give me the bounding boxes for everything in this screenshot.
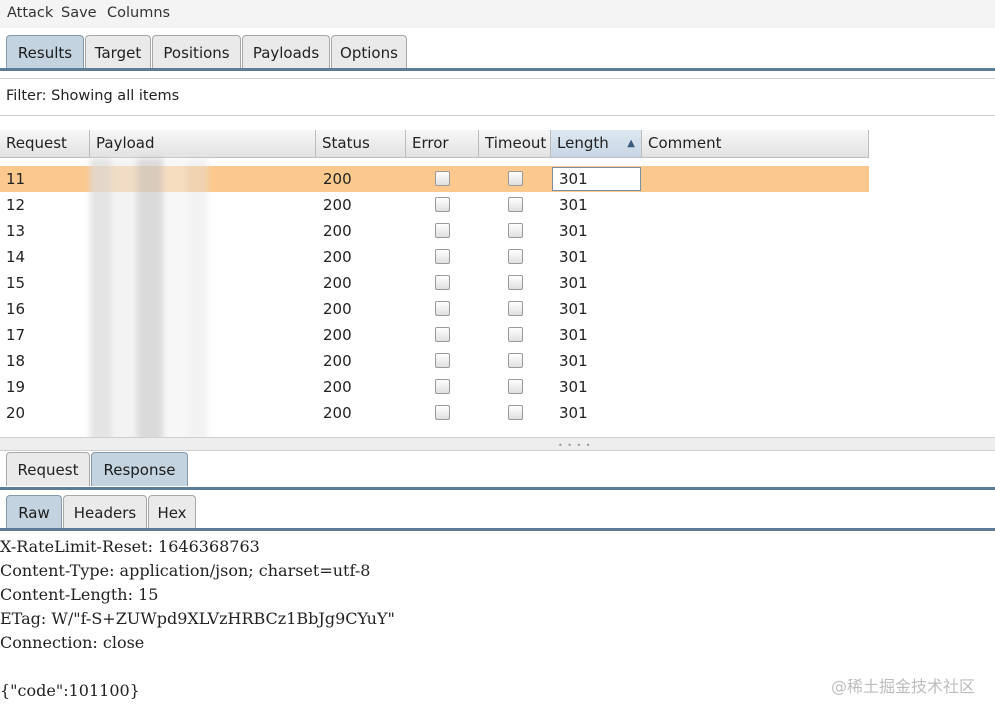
- filter-bar[interactable]: Filter: Showing all items: [0, 78, 995, 116]
- cell-status: 200: [323, 248, 352, 266]
- cell-request: 17: [6, 326, 26, 344]
- tab-payloads[interactable]: Payloads: [242, 35, 330, 69]
- cell-request: 12: [6, 196, 26, 214]
- cell-status: 200: [323, 170, 352, 188]
- response-line: Content-Type: application/json; charset=…: [0, 561, 371, 580]
- tab-headers[interactable]: Headers: [63, 495, 147, 529]
- cell-request: 16: [6, 300, 26, 318]
- menu-attack[interactable]: Attack: [7, 5, 53, 21]
- cell-status: 200: [323, 352, 352, 370]
- cell-length: 301: [559, 274, 588, 292]
- col-timeout[interactable]: Timeout: [479, 130, 551, 158]
- error-checkbox[interactable]: [435, 301, 450, 316]
- tab-results[interactable]: Results: [6, 35, 84, 69]
- timeout-checkbox[interactable]: [508, 301, 523, 316]
- cell-status: 200: [323, 378, 352, 396]
- timeout-checkbox[interactable]: [508, 327, 523, 342]
- tab-request[interactable]: Request: [6, 452, 90, 486]
- cell-status: 200: [323, 326, 352, 344]
- cell-length: 301: [559, 326, 588, 344]
- error-checkbox[interactable]: [435, 171, 450, 186]
- col-request[interactable]: Request: [0, 130, 90, 158]
- col-error[interactable]: Error: [406, 130, 479, 158]
- cell-request: 18: [6, 352, 26, 370]
- cell-length: 301: [559, 404, 588, 422]
- tab-options[interactable]: Options: [331, 35, 407, 69]
- cell-request: 19: [6, 378, 26, 396]
- col-comment[interactable]: Comment: [642, 130, 869, 158]
- response-line: X-RateLimit-Reset: 1646368763: [0, 537, 260, 556]
- tab-positions[interactable]: Positions: [152, 35, 241, 69]
- cell-length: 301: [559, 248, 588, 266]
- cell-length: 301: [559, 300, 588, 318]
- col-length[interactable]: Length ▲: [551, 130, 642, 158]
- col-status[interactable]: Status: [316, 130, 406, 158]
- cell-length: 301: [559, 378, 588, 396]
- timeout-checkbox[interactable]: [508, 223, 523, 238]
- redacted-payload-column: [90, 158, 208, 446]
- error-checkbox[interactable]: [435, 379, 450, 394]
- cell-length: 301: [559, 222, 588, 240]
- error-checkbox[interactable]: [435, 353, 450, 368]
- col-length-label: Length: [557, 134, 609, 152]
- response-line: ETag: W/"f-S+ZUWpd9XLVzHRBCz1BbJg9CYuY": [0, 609, 395, 628]
- cell-request: 11: [6, 170, 26, 188]
- menu-columns[interactable]: Columns: [107, 5, 170, 21]
- timeout-checkbox[interactable]: [508, 275, 523, 290]
- cell-status: 200: [323, 196, 352, 214]
- timeout-checkbox[interactable]: [508, 405, 523, 420]
- cell-request: 13: [6, 222, 26, 240]
- timeout-checkbox[interactable]: [508, 171, 523, 186]
- error-checkbox[interactable]: [435, 275, 450, 290]
- cell-status: 200: [323, 222, 352, 240]
- tab-hex[interactable]: Hex: [148, 495, 196, 529]
- response-line: Connection: close: [0, 633, 145, 652]
- view-tab-rule: [0, 528, 995, 531]
- col-payload[interactable]: Payload: [90, 130, 316, 158]
- timeout-checkbox[interactable]: [508, 353, 523, 368]
- cell-status: 200: [323, 274, 352, 292]
- timeout-checkbox[interactable]: [508, 197, 523, 212]
- watermark: @稀土掘金技术社区: [830, 677, 975, 696]
- timeout-checkbox[interactable]: [508, 379, 523, 394]
- error-checkbox[interactable]: [435, 249, 450, 264]
- detail-tab-rule: [0, 487, 995, 490]
- tab-response[interactable]: Response: [91, 452, 188, 486]
- cell-length: 301: [559, 196, 588, 214]
- cell-request: 20: [6, 404, 26, 422]
- timeout-checkbox[interactable]: [508, 249, 523, 264]
- cell-length: 301: [559, 352, 588, 370]
- pane-splitter[interactable]: • • • •: [0, 437, 995, 451]
- tab-raw[interactable]: Raw: [6, 495, 62, 529]
- main-tab-rule: [0, 68, 995, 71]
- response-line: Content-Length: 15: [0, 585, 159, 604]
- menu-bar: Attack Save Columns: [0, 0, 995, 28]
- response-line: {"code":101100}: [0, 681, 140, 700]
- cell-status: 200: [323, 404, 352, 422]
- sort-ascending-icon: ▲: [627, 138, 635, 149]
- cell-request: 14: [6, 248, 26, 266]
- menu-save[interactable]: Save: [61, 5, 97, 21]
- error-checkbox[interactable]: [435, 405, 450, 420]
- table-header: Request Payload Status Error Timeout Len…: [0, 130, 869, 158]
- error-checkbox[interactable]: [435, 197, 450, 212]
- cell-request: 15: [6, 274, 26, 292]
- cell-status: 200: [323, 300, 352, 318]
- tab-target[interactable]: Target: [85, 35, 151, 69]
- error-checkbox[interactable]: [435, 223, 450, 238]
- splitter-grip-icon: • • • •: [558, 441, 592, 450]
- cell-length: 301: [559, 170, 588, 188]
- error-checkbox[interactable]: [435, 327, 450, 342]
- filter-label: Filter: Showing all items: [6, 88, 180, 104]
